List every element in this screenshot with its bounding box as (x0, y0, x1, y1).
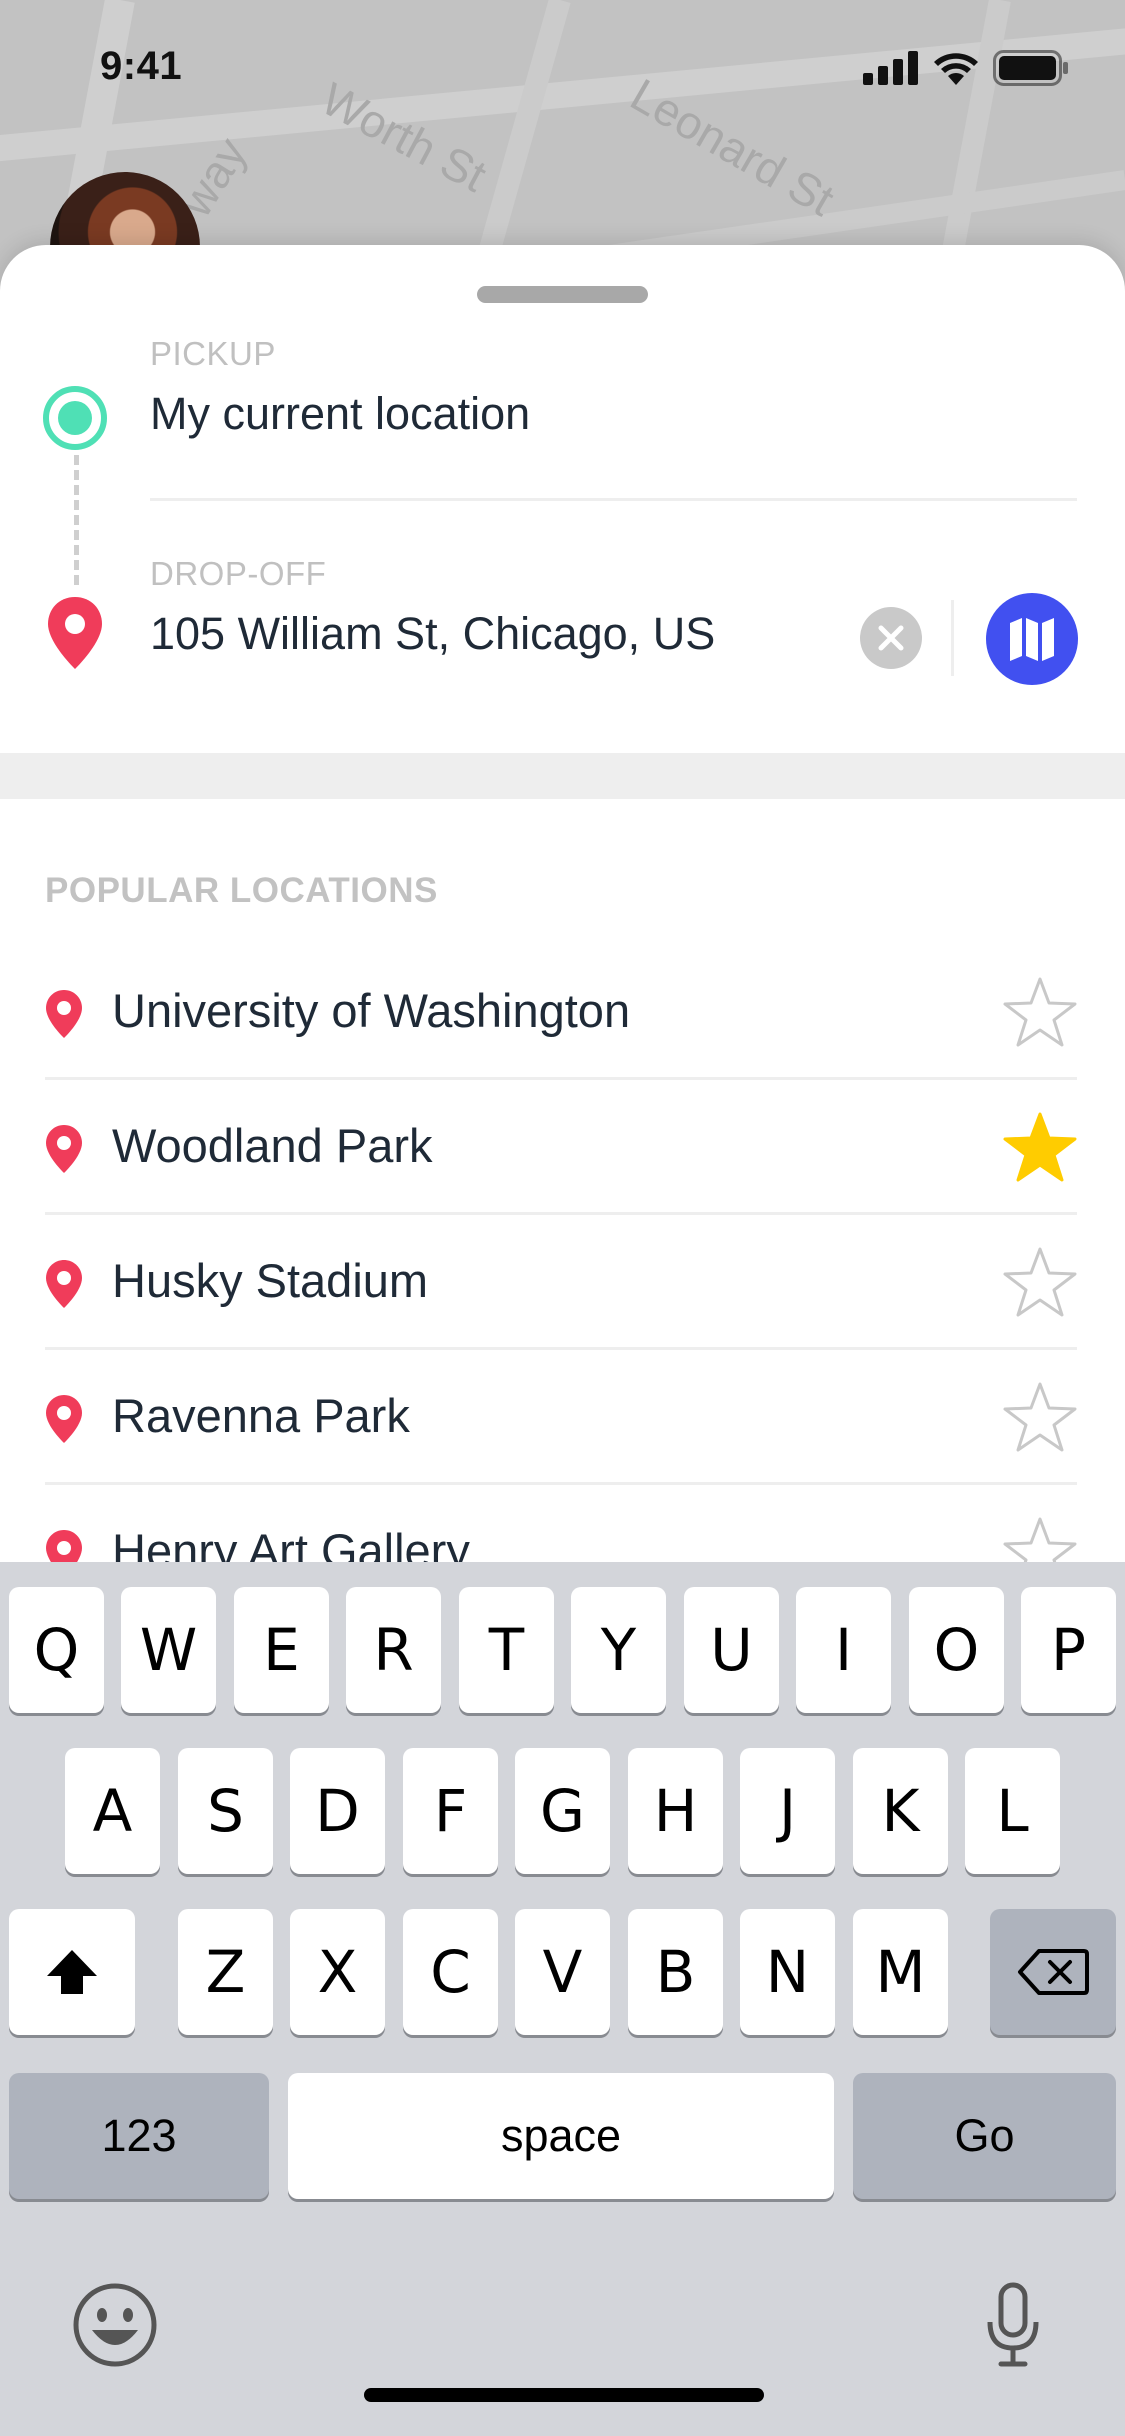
emoji-icon[interactable] (72, 2282, 158, 2368)
clear-dropoff-button[interactable] (860, 607, 922, 669)
vertical-divider (951, 600, 954, 676)
route-connector (74, 455, 79, 585)
dropoff-label: DROP-OFF (150, 555, 327, 592)
pickup-label: PICKUP (150, 335, 276, 372)
location-name: University of Washington (112, 984, 631, 1037)
key-y[interactable]: Y (571, 1587, 666, 1713)
delete-key[interactable] (990, 1909, 1116, 2035)
location-pin-icon (46, 1260, 82, 1308)
list-item[interactable]: Ravenna Park (0, 1350, 1125, 1485)
key-v[interactable]: V (515, 1909, 610, 2035)
key-t[interactable]: T (459, 1587, 554, 1713)
status-bar: 9:41 (0, 0, 1125, 132)
location-pin-icon (46, 990, 82, 1038)
key-w[interactable]: W (121, 1587, 216, 1713)
location-name: Woodland Park (112, 1119, 433, 1172)
key-j[interactable]: J (740, 1748, 835, 1874)
shift-key[interactable] (9, 1909, 135, 2035)
key-b[interactable]: B (628, 1909, 723, 2035)
key-d[interactable]: D (290, 1748, 385, 1874)
microphone-icon[interactable] (985, 2282, 1041, 2368)
star-outline-icon[interactable] (1002, 975, 1078, 1049)
key-m[interactable]: M (853, 1909, 948, 2035)
wifi-icon (934, 53, 978, 85)
battery-icon (993, 50, 1068, 86)
key-z[interactable]: Z (178, 1909, 273, 2035)
dropoff-pin-icon (48, 597, 102, 669)
status-icons (863, 50, 1069, 86)
route-divider (150, 498, 1077, 501)
star-filled-icon[interactable] (1002, 1110, 1078, 1184)
map-icon (1010, 618, 1054, 661)
home-indicator[interactable] (364, 2388, 764, 2402)
key-a[interactable]: A (65, 1748, 160, 1874)
key-g[interactable]: G (515, 1748, 610, 1874)
list-item[interactable]: University of Washington (0, 945, 1125, 1080)
location-name: Ravenna Park (112, 1389, 410, 1442)
go-key[interactable]: Go (853, 2073, 1116, 2199)
popular-locations-header: POPULAR LOCATIONS (45, 871, 438, 910)
star-outline-icon[interactable] (1002, 1245, 1078, 1319)
map-button[interactable] (986, 593, 1078, 685)
dropoff-field[interactable]: 105 William St, Chicago, US (150, 608, 715, 660)
status-time: 9:41 (100, 44, 183, 88)
key-i[interactable]: I (796, 1587, 891, 1713)
section-gap (0, 753, 1125, 799)
key-n[interactable]: N (740, 1909, 835, 2035)
key-f[interactable]: F (403, 1748, 498, 1874)
key-x[interactable]: X (290, 1909, 385, 2035)
key-p[interactable]: P (1021, 1587, 1116, 1713)
pickup-field[interactable]: My current location (150, 388, 530, 440)
route-panel: PICKUP My current location DROP-OFF 105 … (0, 245, 1125, 753)
key-c[interactable]: C (403, 1909, 498, 2035)
star-outline-icon[interactable] (1002, 1380, 1078, 1454)
cellular-signal-icon (863, 51, 918, 85)
key-s[interactable]: S (178, 1748, 273, 1874)
key-h[interactable]: H (628, 1748, 723, 1874)
key-r[interactable]: R (346, 1587, 441, 1713)
list-item[interactable]: Woodland Park (0, 1080, 1125, 1215)
key-q[interactable]: Q (9, 1587, 104, 1713)
shift-icon (47, 1950, 97, 1994)
location-pin-icon (46, 1395, 82, 1443)
space-key[interactable]: space (288, 2073, 834, 2199)
key-u[interactable]: U (684, 1587, 779, 1713)
popular-locations-list: University of Washington Woodland Park H… (0, 945, 1125, 1620)
key-o[interactable]: O (909, 1587, 1004, 1713)
location-pin-icon (46, 1125, 82, 1173)
keyboard: Q W E R T Y U I O P A S D F G H J K L Z … (0, 1562, 1125, 2436)
close-icon (878, 625, 904, 651)
numbers-key[interactable]: 123 (9, 2073, 269, 2199)
list-item[interactable]: Husky Stadium (0, 1215, 1125, 1350)
pickup-dot-icon (43, 386, 107, 450)
backspace-icon (1018, 1949, 1089, 1995)
key-k[interactable]: K (853, 1748, 948, 1874)
location-name: Husky Stadium (112, 1254, 429, 1307)
key-l[interactable]: L (965, 1748, 1060, 1874)
key-e[interactable]: E (234, 1587, 329, 1713)
